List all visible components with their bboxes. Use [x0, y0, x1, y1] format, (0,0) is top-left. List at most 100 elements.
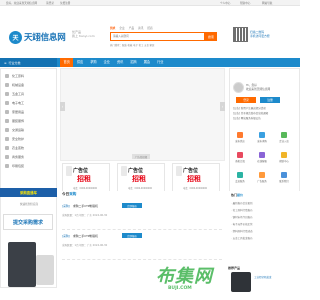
purchase-icon	[259, 132, 265, 138]
search-tab[interactable]: 产品	[129, 26, 134, 30]
chevron-left-icon[interactable]: ‹	[60, 102, 65, 111]
quote-link[interactable]: · 化工原料行情报价	[231, 208, 297, 212]
quote-button[interactable]: 立即报价	[122, 233, 142, 238]
ad-phone: 电话：0000-00000000	[128, 187, 153, 190]
purchase-tag: [采购]	[62, 234, 70, 238]
purchase-meta: 采购数量：1台 地区：广东 2024-06-30	[62, 214, 108, 217]
sidebar-item[interactable]: 机械设备	[5, 81, 24, 89]
search-tab[interactable]: 供求	[110, 26, 115, 30]
quote-link[interactable]: · 钢材市场今日报价	[231, 215, 297, 219]
topbar-link[interactable]: 请登录	[46, 1, 54, 5]
purchase-row[interactable]: [采购] 求购二手CTP制版机 立即报价 采购数量：1台 地区：广东 2024-…	[62, 202, 222, 230]
welcome-desc: 欢迎来到天翊信息网	[246, 87, 271, 91]
category-icon	[5, 83, 9, 87]
ad-card[interactable]: 广告位 招租 电话：0000-00000000	[62, 163, 110, 194]
chevron-right-icon[interactable]: ›	[220, 102, 225, 111]
category-sidebar: 化工原料 机械设备 五金工具 电子电工 家居用品 服装服饰 交通运输 安全防护 …	[0, 68, 57, 198]
logo-mark: 天	[9, 30, 22, 44]
quote-link[interactable]: · 塑料原料行情动态	[231, 229, 297, 233]
notice-link[interactable]: [公告] 关于规范发布信息的通知	[233, 111, 297, 115]
sidebar-item[interactable]: 农业畜牧	[5, 144, 24, 152]
nav-item[interactable]: 首页	[60, 58, 74, 67]
nav-item[interactable]: 企业	[100, 58, 113, 67]
login-button[interactable]: 登录	[236, 97, 256, 103]
hot-searches[interactable]: 热门搜索：服装 机械 电子 化工 五金 家居	[110, 43, 220, 47]
search-tab[interactable]: 企业	[119, 26, 124, 30]
quote-link[interactable]: · 五金工具批发报价	[231, 236, 297, 240]
phone-icon	[66, 166, 72, 176]
ad-title: 广告位	[183, 168, 199, 174]
quick-link[interactable]: 发布求购	[255, 132, 269, 145]
ad-card[interactable]: 广告位 招租 电话：0000-00000000	[117, 163, 165, 194]
search-input[interactable]	[111, 33, 204, 40]
watermark-logo: 布集网	[156, 266, 213, 287]
quick-link[interactable]: 帮助中心	[277, 152, 291, 165]
category-icon	[5, 137, 9, 141]
sidebar-item[interactable]: 印刷包装	[5, 162, 24, 170]
ad-card[interactable]: 广告位 招租 电话：0000-00000000	[172, 163, 220, 194]
category-icon	[5, 74, 9, 78]
sidebar-item[interactable]: 五金工具	[5, 90, 24, 98]
quick-link[interactable]: 在线客服	[255, 152, 269, 165]
category-icon	[5, 110, 9, 114]
purchase-row[interactable]: [采购] 求购二手CTP制版机 立即报价 采购数量：1台 地区：广东 2024-…	[62, 232, 222, 260]
topbar-link[interactable]: 帮助中心	[240, 1, 250, 5]
banner-slider[interactable]	[60, 68, 225, 161]
purchase-title[interactable]: 求购二手CTP制版机	[73, 234, 98, 238]
topbar-link: 您好，欢迎来到天翊信息网	[6, 2, 38, 5]
phone-icon	[121, 166, 127, 176]
nav-category[interactable]: ≡ 行业分类	[0, 58, 57, 67]
topbar-link[interactable]: 免费注册	[60, 1, 70, 5]
quick-link[interactable]: 广告服务	[255, 172, 269, 185]
sidebar-item[interactable]: 服装服饰	[5, 117, 24, 125]
register-button[interactable]: 注册	[260, 97, 280, 103]
nav-item[interactable]: 供应	[73, 58, 86, 67]
nav-item[interactable]: 行业	[154, 58, 167, 67]
quick-link[interactable]: 商机订阅	[233, 152, 247, 165]
sidebar-item[interactable]: 安全防护	[5, 135, 24, 143]
nav-item[interactable]: 展会	[140, 58, 153, 67]
category-icon	[5, 155, 9, 159]
site-logo[interactable]: 天 天翊信息网	[9, 27, 71, 47]
category-icon	[5, 128, 9, 132]
sidebar-item[interactable]: 家居用品	[5, 108, 24, 116]
member-icon	[237, 172, 243, 178]
notice-link[interactable]: [公告] 新用户注册送积分活动	[233, 106, 297, 110]
sidebar-item[interactable]: 商务服务	[5, 153, 24, 161]
topbar-link[interactable]: 个人中心	[220, 1, 230, 5]
product-image[interactable]	[231, 272, 251, 292]
quick-link[interactable]: 联系我们	[277, 172, 291, 185]
quick-link[interactable]: 发布供应	[233, 132, 247, 145]
nav-item[interactable]: 资讯	[114, 58, 127, 67]
purchase-title[interactable]: 求购二手CTP制版机	[73, 204, 98, 208]
top-bar: 您好，欢迎来到天翊信息网 请登录 免费注册 个人中心 帮助中心 网站导航	[0, 0, 300, 6]
nav-items: 首页 供应 求购 企业 资讯 招商 展会 行业	[60, 58, 167, 67]
quick-link[interactable]: 会员服务	[233, 172, 247, 185]
category-icon	[5, 92, 9, 96]
search-tab[interactable]: 招商	[147, 26, 152, 30]
sidebar-item[interactable]: 电子电工	[5, 99, 24, 107]
nav-item[interactable]: 招商	[127, 58, 140, 67]
contact-icon	[281, 172, 287, 178]
sidebar-item[interactable]: 化工原料	[5, 72, 24, 80]
category-icon	[5, 119, 9, 123]
sidebar-item[interactable]: 交通运输	[5, 126, 24, 134]
quick-link[interactable]: 企业入驻	[277, 132, 291, 145]
notice-link[interactable]: [公告] 网站服务升级公告	[233, 116, 297, 120]
ad-icon	[259, 172, 265, 178]
submit-purchase-button[interactable]: 提交采购需求	[3, 214, 53, 230]
nav-item[interactable]: 求购	[87, 58, 100, 67]
purchase-express-title: 采购直通车	[0, 188, 57, 197]
slogan: 优产品 我上 tianyi.com	[72, 30, 108, 45]
search-button[interactable]: 搜索	[205, 32, 217, 41]
quote-link[interactable]: · 电子元件价格走势	[231, 222, 297, 226]
quote-link[interactable]: · 最新报价信息更新	[231, 201, 297, 205]
today-title: 今日采购	[62, 192, 77, 196]
watermark-sub: BUJI.COM	[168, 286, 192, 291]
search-tab[interactable]: 资讯	[138, 26, 143, 30]
promo-text[interactable]: 工业打印机批发	[254, 275, 298, 279]
ad-big: 招租	[132, 175, 146, 183]
supply-icon	[237, 132, 243, 138]
quote-button[interactable]: 立即报价	[122, 203, 142, 208]
topbar-link[interactable]: 网站导航	[262, 1, 272, 5]
